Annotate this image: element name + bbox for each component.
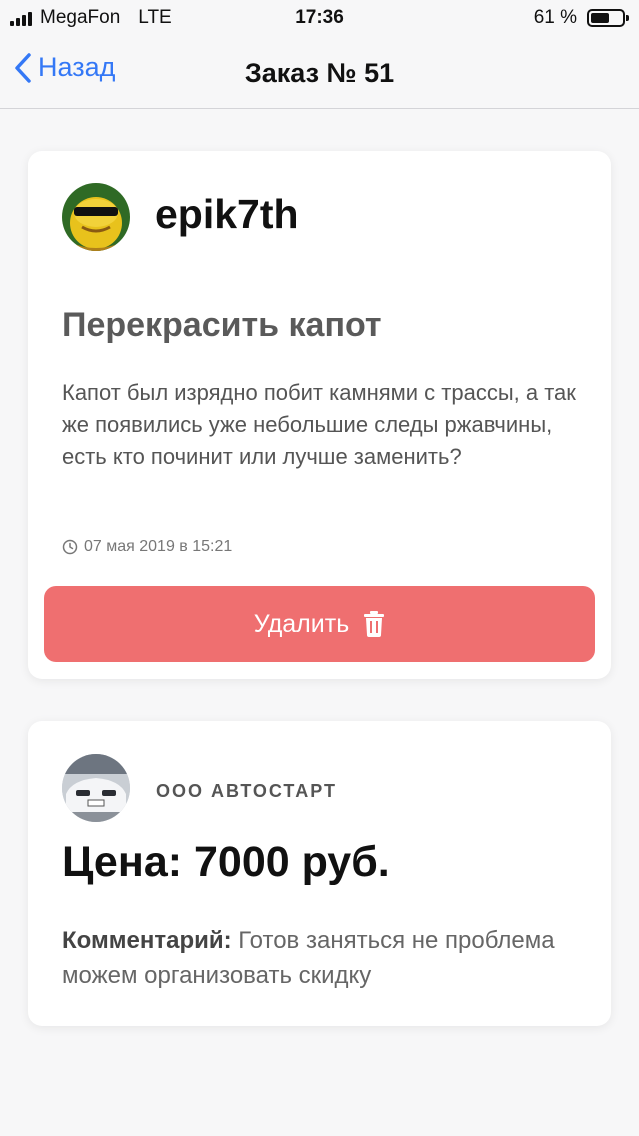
delete-label: Удалить (253, 609, 350, 638)
username: epik7th (155, 191, 299, 237)
company-avatar (62, 754, 130, 822)
company-name: ООО АВТОСТАРТ (156, 781, 338, 801)
order-description: Капот был изрядно побит камнями с трассы… (62, 380, 576, 469)
order-title: Перекрасить капот (62, 306, 382, 344)
user-avatar (62, 183, 130, 251)
order-card: epik7th Перекрасить капот Капот был изря… (28, 151, 611, 679)
delete-button[interactable]: Удалить (44, 586, 595, 662)
order-date: 07 мая 2019 в 15:21 (62, 538, 232, 556)
offer-comment: Комментарий: Готов заняться не проблема … (62, 923, 602, 993)
page-title: Заказ № 51 (244, 58, 395, 88)
status-bar: MegaFon LTE 17:36 61 % (0, 0, 639, 38)
navigation-bar: Назад Заказ № 51 (0, 38, 639, 109)
offer-price: Цена: 7000 руб. (62, 838, 390, 886)
clock-icon (62, 539, 78, 555)
battery-icon (587, 9, 629, 27)
trash-icon (364, 611, 385, 637)
battery-percent: 61 % (533, 7, 577, 28)
comment-label: Комментарий: (62, 927, 232, 954)
order-date-text: 07 мая 2019 в 15:21 (84, 538, 233, 555)
offer-card: ООО АВТОСТАРТ Цена: 7000 руб. Комментари… (28, 721, 611, 1026)
